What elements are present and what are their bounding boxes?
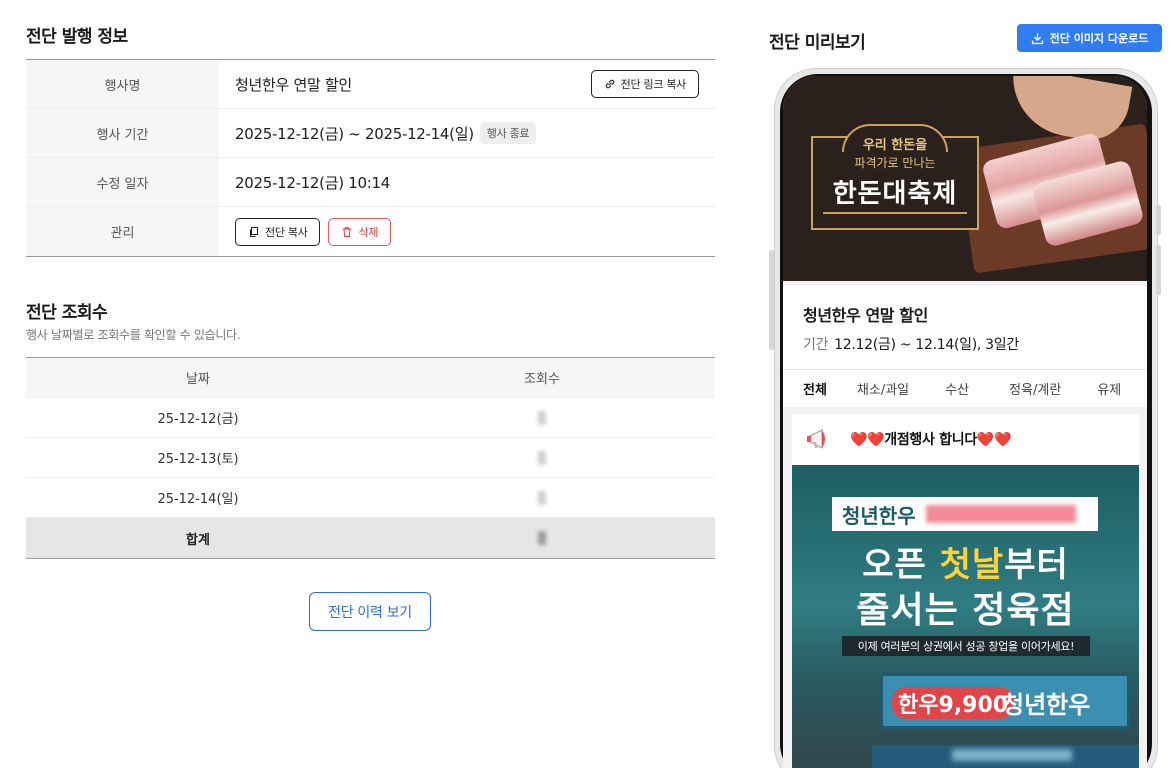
total-label: 합계 [186, 532, 210, 548]
phone-screen[interactable]: 우리 한돈을 파격가로 만나는 한돈대축제 청년한우 연말 할인 기간 12.12… [783, 76, 1147, 768]
info-label: 행사 기간 [26, 109, 219, 157]
row-date: 25-12-12(금) [157, 412, 239, 427]
copy-link-button[interactable]: 전단 링크 복사 [590, 70, 699, 98]
link-icon [605, 79, 614, 89]
views-title: 전단 조회수 [26, 303, 108, 323]
row-views-blurred [370, 478, 714, 517]
event-title: 청년한우 연말 할인 [803, 306, 928, 325]
period-label: 기간 [803, 337, 829, 353]
header-date: 날짜 [186, 372, 210, 387]
flyer-banner: 우리 한돈을 파격가로 만나는 한돈대축제 [783, 76, 1147, 281]
phone-side-button [1156, 245, 1161, 295]
tab-meat-eggs[interactable]: 정육/계란 [1009, 379, 1061, 398]
copy-icon [250, 226, 258, 237]
category-tabs: 전체 채소/과일 수산 정육/계란 유제 [783, 369, 1147, 407]
phone-side-button [769, 250, 774, 350]
period-value: 2025-12-12(금) ~ 2025-12-14(일) [235, 124, 474, 143]
publish-info-table: 행사명 청년한우 연말 할인 전단 링크 복사 행사 기간 2025-12-12… [26, 59, 715, 257]
poster-subtext: 이제 여러분의 상권에서 성공 창업을 이어가세요! [842, 636, 1090, 656]
modified-date-value: 2025-12-12(금) 10:14 [235, 173, 390, 192]
preview-title: 전단 미리보기 [769, 33, 866, 53]
table-row: 25-12-14(일) [26, 478, 715, 518]
poster-image: 청년한우 오픈 첫날부터 줄서는 정육점 이제 여러분의 상권에서 성공 창업을… [792, 465, 1139, 768]
row-views-blurred [370, 438, 714, 477]
poster-tag: 청년한우 [832, 497, 1098, 531]
blurred-text [925, 505, 1076, 523]
event-card: 청년한우 연말 할인 기간 12.12(금) ~ 12.14(일), 3일간 [783, 286, 1147, 369]
header-views: 조회수 [524, 372, 560, 387]
notice-bar: ❤️❤️개점행사 합니다❤️❤️ [792, 414, 1139, 464]
banner-line1: 우리 한돈을 [862, 138, 928, 153]
info-row-manage: 관리 전단 복사 삭제 [26, 207, 715, 256]
banner-line2: 파격가로 만나는 [854, 156, 936, 170]
period-value: 12.12(금) ~ 12.14(일), 3일간 [834, 337, 1019, 353]
poster-headline2: 줄서는 정육점 [856, 590, 1075, 631]
poster-headline: 오픈 첫날부터 [792, 537, 1139, 586]
status-badge: 행사 종료 [479, 122, 537, 144]
row-date: 25-12-14(일) [157, 492, 239, 507]
publish-info-title: 전단 발행 정보 [26, 27, 128, 47]
notice-card: ❤️❤️개점행사 합니다❤️❤️ 청년한우 오픈 첫날부터 줄서는 정육점 이제… [792, 414, 1139, 768]
table-row: 25-12-13(토) [26, 438, 715, 478]
info-value: 청년한우 연말 할인 전단 링크 복사 [219, 60, 715, 108]
event-period: 기간 12.12(금) ~ 12.14(일), 3일간 [803, 334, 1019, 354]
table-header: 날짜 조회수 [26, 358, 715, 398]
views-table: 날짜 조회수 25-12-12(금) 25-12-13(토) 25-12-14(… [26, 357, 715, 559]
blurred-text [952, 749, 1072, 761]
total-row: 합계 [26, 518, 715, 558]
notice-text: ❤️❤️개점행사 합니다❤️❤️ [850, 432, 1012, 448]
history-button[interactable]: 전단 이력 보기 [309, 592, 431, 631]
banner-divider [823, 212, 967, 214]
phone-side-button [1156, 205, 1161, 235]
trash-icon [343, 226, 352, 237]
info-label: 행사명 [26, 60, 219, 108]
headline-post: 부터 [1004, 545, 1069, 585]
copy-flyer-label: 전단 복사 [265, 225, 308, 239]
total-views-blurred [370, 518, 714, 558]
table-row: 25-12-12(금) [26, 398, 715, 438]
tab-seafood[interactable]: 수산 [945, 379, 969, 398]
copy-flyer-button[interactable]: 전단 복사 [235, 217, 321, 246]
headline-pre: 오픈 [862, 545, 940, 585]
row-views-blurred [370, 398, 714, 437]
headline-highlight: 첫날 [939, 545, 1005, 585]
info-label: 수정 일자 [26, 158, 219, 206]
tab-all[interactable]: 전체 [803, 379, 827, 398]
info-row-modified: 수정 일자 2025-12-12(금) 10:14 [26, 158, 715, 207]
banner-line3: 한돈대축제 [832, 179, 958, 209]
download-label: 전단 이미지 다운로드 [1049, 32, 1149, 45]
info-label: 관리 [26, 207, 219, 256]
tab-dairy[interactable]: 유제 [1097, 379, 1121, 398]
sign-name: 청년한우 [1002, 691, 1091, 719]
copy-link-label: 전단 링크 복사 [620, 78, 687, 91]
tab-vegetables-fruits[interactable]: 채소/과일 [857, 379, 909, 398]
info-row-event-name: 행사명 청년한우 연말 할인 전단 링크 복사 [26, 60, 715, 109]
delete-button[interactable]: 삭제 [328, 217, 392, 246]
info-value: 2025-12-12(금) ~ 2025-12-14(일) 행사 종료 [219, 109, 715, 157]
sign-price: 한우9,900 [892, 687, 1015, 719]
delete-label: 삭제 [358, 225, 379, 239]
views-subtitle: 행사 날짜별로 조회수를 확인할 수 있습니다. [26, 328, 241, 342]
megaphone-icon [807, 429, 825, 449]
event-name-value: 청년한우 연말 할인 [235, 75, 352, 94]
poster-tag-text: 청년한우 [842, 503, 916, 528]
info-row-period: 행사 기간 2025-12-12(금) ~ 2025-12-14(일) 행사 종… [26, 109, 715, 158]
download-icon [1031, 32, 1043, 44]
info-value: 전단 복사 삭제 [219, 207, 715, 256]
row-date: 25-12-13(토) [157, 452, 239, 467]
download-image-button[interactable]: 전단 이미지 다운로드 [1017, 24, 1162, 52]
